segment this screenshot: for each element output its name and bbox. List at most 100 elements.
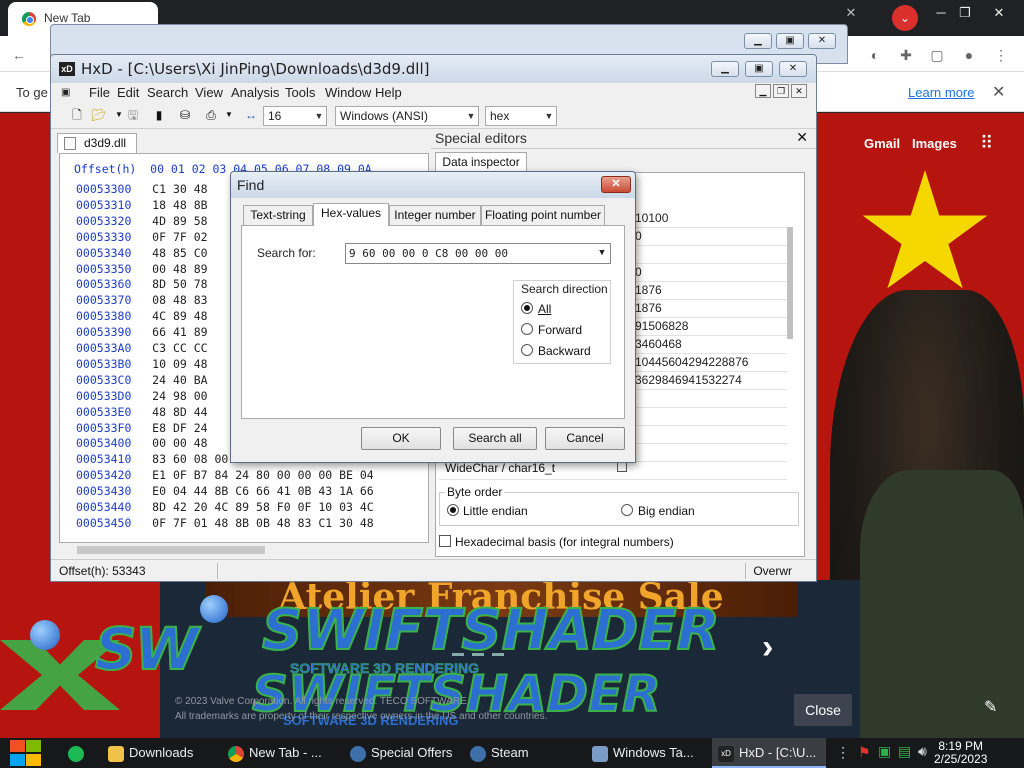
steam-close-button[interactable]: Close	[794, 694, 852, 726]
restore-icon[interactable]: ▣	[745, 61, 773, 77]
kebab-menu-icon[interactable]: ⋮	[836, 744, 850, 761]
taskbar-app-hxd[interactable]: xD HxD - [C:\U...	[712, 738, 826, 768]
row-bytes[interactable]: 8D 42 20 4C 89 58 F0 0F 10 03 4C	[152, 500, 374, 514]
inspector-value[interactable]: 1876	[635, 283, 662, 297]
extensions-icon[interactable]: ✚	[895, 44, 917, 66]
table-row[interactable]: 00053450 0F 7F 01 48 8B 0B 48 83 C1 30 4…	[76, 516, 374, 530]
pencil-icon[interactable]: ✎	[984, 697, 997, 717]
open-folder-icon[interactable]: 📂︎	[91, 107, 107, 123]
images-link[interactable]: Images	[912, 136, 957, 151]
restore-icon[interactable]: ▣	[776, 33, 804, 49]
table-row[interactable]: 00053420 E1 0F B7 84 24 80 00 00 00 BE 0…	[76, 468, 374, 482]
apps-grid-icon[interactable]: ⠿	[980, 134, 1000, 154]
close-icon[interactable]: ✕	[601, 176, 631, 193]
tray-monitor-icon[interactable]: ▤	[898, 743, 911, 760]
side-panel-icon[interactable]: ▢	[926, 44, 948, 66]
spotify-icon[interactable]	[68, 738, 92, 768]
hex-basis-checkbox[interactable]	[439, 535, 451, 547]
profile-icon[interactable]: ●	[958, 44, 980, 66]
cancel-button[interactable]: Cancel	[545, 427, 625, 450]
table-row[interactable]: 00053360 8D 50 78	[76, 277, 208, 291]
menu-edit[interactable]: Edit	[117, 85, 139, 100]
taskbar-app-windows-task[interactable]: Windows Ta...	[592, 738, 702, 768]
learn-more-link[interactable]: Learn more	[908, 85, 974, 100]
row-bytes[interactable]: E8 DF 24	[152, 421, 207, 435]
row-bytes[interactable]: C1 30 48	[152, 182, 207, 196]
mdi-doc-icon[interactable]: ▣	[61, 87, 70, 98]
table-row[interactable]: 00053350 00 48 89	[76, 262, 208, 276]
print-icon[interactable]: ⎙	[203, 107, 219, 123]
chevron-down-icon[interactable]: ⌄	[892, 5, 918, 31]
inspector-value[interactable]: 1876	[635, 301, 662, 315]
menu-help[interactable]: Help	[375, 85, 402, 100]
minimize-icon[interactable]: ▁	[711, 61, 739, 77]
minimize-icon[interactable]: ▁	[744, 33, 772, 49]
restore-icon[interactable]: ❐	[950, 2, 980, 24]
table-row[interactable]: 00053300 C1 30 48	[76, 182, 208, 196]
table-row[interactable]: 000533E0 48 8D 44	[76, 405, 208, 419]
big-endian-label[interactable]: Big endian	[638, 504, 695, 518]
table-row[interactable]: 00053430 E0 04 44 8B C6 66 41 0B 43 1A 6…	[76, 484, 374, 498]
menu-file[interactable]: File	[89, 85, 110, 100]
windows-start-icon[interactable]	[8, 740, 42, 766]
charset-select[interactable]: Windows (ANSI) ▼	[335, 106, 479, 126]
menu-analysis[interactable]: Analysis	[231, 85, 279, 100]
menu-window[interactable]: Window	[325, 85, 371, 100]
row-bytes[interactable]: E1 0F B7 84 24 80 00 00 00 BE 04	[152, 468, 374, 482]
row-bytes[interactable]: 8D 50 78	[152, 277, 207, 291]
bytes-per-row-select[interactable]: 16 ▼	[263, 106, 327, 126]
row-bytes[interactable]: 4D 89 58	[152, 214, 207, 228]
google-lens-icon[interactable]: ◐	[864, 44, 886, 66]
column-width-icon[interactable]: ↔	[243, 107, 259, 123]
table-row[interactable]: 00053320 4D 89 58	[76, 214, 208, 228]
carousel-dots[interactable]	[448, 645, 508, 659]
status-mode[interactable]: Overwr	[753, 564, 792, 578]
chevron-down-icon[interactable]: ▼	[594, 244, 610, 263]
horizontal-scrollbar[interactable]	[59, 543, 429, 557]
row-bytes[interactable]: 24 98 00	[152, 389, 207, 403]
close-icon[interactable]: ✕	[836, 2, 866, 24]
chevron-down-icon[interactable]: ▼	[221, 107, 237, 123]
table-row[interactable]: 00053400 00 00 48	[76, 436, 208, 450]
table-row[interactable]: 000533C0 24 40 BA	[76, 373, 208, 387]
close-icon[interactable]: ✕	[779, 61, 807, 77]
row-bytes[interactable]: 00 48 89	[152, 262, 207, 276]
table-row[interactable]: 00053340 48 85 C0	[76, 246, 208, 260]
menu-search[interactable]: Search	[147, 85, 188, 100]
save-icon[interactable]: 🖫	[125, 107, 141, 123]
table-row[interactable]: 00053390 66 41 89	[76, 325, 208, 339]
menu-tools[interactable]: Tools	[285, 85, 315, 100]
tab-floating-point-number[interactable]: Floating point number	[481, 205, 605, 225]
inspector-value[interactable]: 0	[635, 229, 642, 243]
back-arrow-icon[interactable]: ←	[8, 44, 30, 66]
inspector-value[interactable]: 0	[635, 265, 642, 279]
taskbar-app-downloads[interactable]: Downloads	[108, 738, 222, 768]
table-row[interactable]: 00053440 8D 42 20 4C 89 58 F0 0F 10 03 4…	[76, 500, 374, 514]
row-bytes[interactable]: 0F 7F 01 48 8B 0B 48 83 C1 30 48	[152, 516, 374, 530]
table-row[interactable]: 000533F0 E8 DF 24	[76, 421, 208, 435]
close-icon[interactable]: ✕	[984, 2, 1014, 24]
tab-hex-values[interactable]: Hex-values	[313, 203, 389, 226]
inspector-value[interactable]: 10445604294228876	[635, 355, 748, 369]
little-endian-radio[interactable]	[447, 504, 459, 516]
row-bytes[interactable]: 08 48 83	[152, 293, 207, 307]
mdi-restore-icon[interactable]: ❐	[773, 84, 789, 98]
table-row[interactable]: 00053370 08 48 83	[76, 293, 208, 307]
inspector-value[interactable]: 3629846941532274	[635, 373, 742, 387]
table-row[interactable]: 000533B0 10 09 48	[76, 357, 208, 371]
volume-icon[interactable]: 🔊︎	[918, 743, 927, 760]
row-bytes[interactable]: 66 41 89	[152, 325, 207, 339]
search-for-input[interactable]: 9 60 00 00 0 C8 00 00 00 ▼	[345, 243, 611, 264]
ok-button[interactable]: OK	[361, 427, 441, 450]
hex-basis-label[interactable]: Hexadecimal basis (for integral numbers)	[455, 535, 674, 549]
tab-text-string[interactable]: Text-string	[243, 205, 313, 225]
taskbar-clock[interactable]: 8:19 PM 2/25/2023	[934, 740, 987, 766]
row-bytes[interactable]: 48 8D 44	[152, 405, 207, 419]
network-icon[interactable]: ▣	[878, 743, 891, 760]
tab-data-inspector[interactable]: Data inspector	[435, 152, 527, 172]
scrollbar-thumb[interactable]	[787, 227, 793, 339]
ram-icon[interactable]: ⛁	[177, 107, 193, 123]
taskbar-app-special-offers[interactable]: Special Offers	[350, 738, 460, 768]
tab-integer-number[interactable]: Integer number	[389, 205, 481, 225]
close-icon[interactable]: ✕	[796, 129, 808, 146]
